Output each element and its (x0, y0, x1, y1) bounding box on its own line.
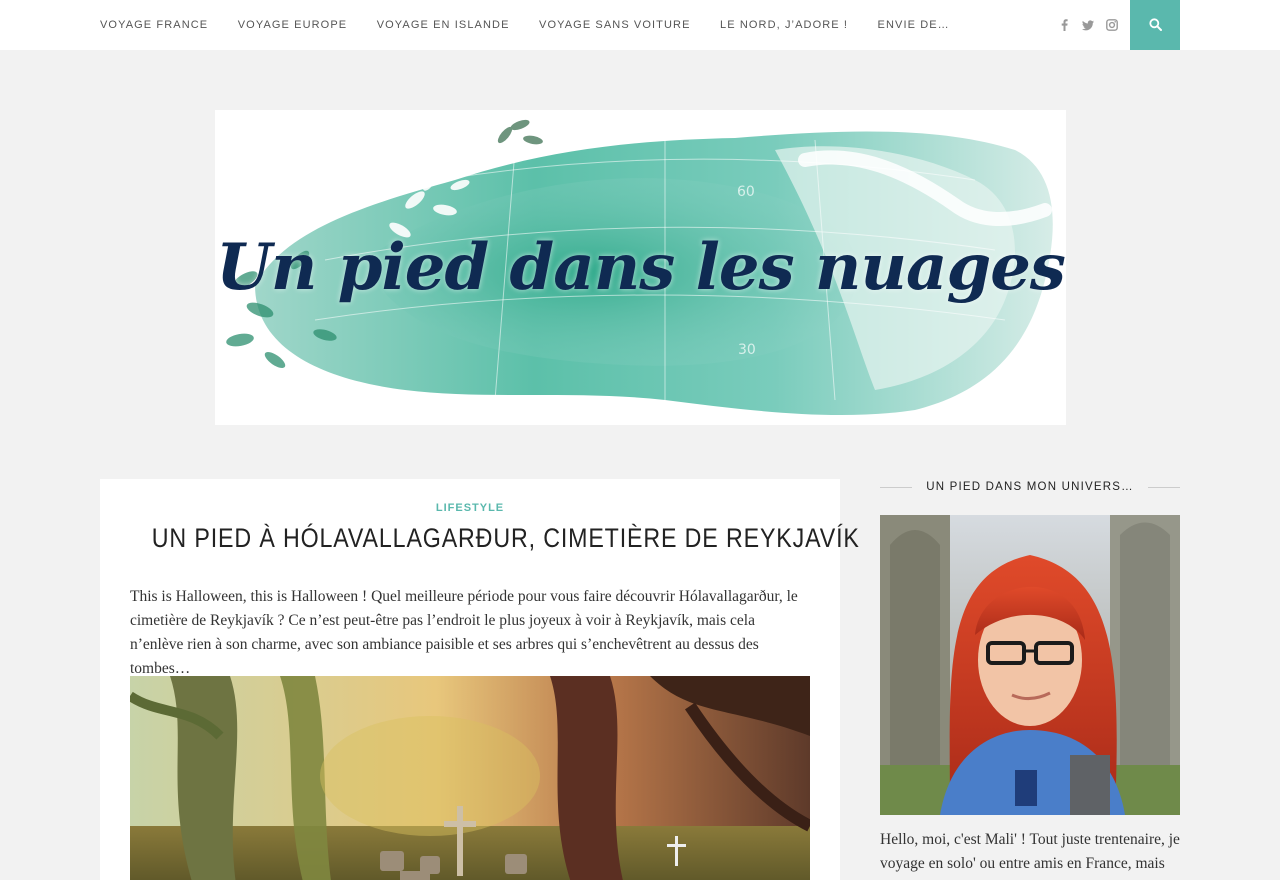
sidebar-widget-title: UN PIED DANS MON UNIVERS… (926, 481, 1134, 493)
instagram-icon[interactable] (1106, 19, 1118, 31)
menu-item-envie-de[interactable]: ENVIE DE… (878, 19, 950, 31)
svg-text:60: 60 (737, 184, 755, 200)
blog-banner[interactable]: 60 30 Un pied dans les nuages (215, 110, 1066, 425)
author-profile-photo (880, 515, 1180, 815)
post-category[interactable]: LIFESTYLE (100, 502, 840, 514)
menu-item-voyage-france[interactable]: VOYAGE FRANCE (100, 19, 208, 31)
author-bio: Hello, moi, c'est Mali' ! Tout juste tre… (880, 831, 1180, 872)
sidebar-widget-header: UN PIED DANS MON UNIVERS… (880, 477, 1181, 497)
blog-title: Un pied dans les nuages (216, 230, 1066, 305)
search-button[interactable] (1130, 0, 1180, 50)
menu-item-voyage-sans-voiture[interactable]: VOYAGE SANS VOITURE (539, 19, 691, 31)
post-excerpt: This is Halloween, this is Halloween ! Q… (130, 588, 798, 677)
cemetery-photo (130, 676, 810, 880)
menu-item-voyage-en-islande[interactable]: VOYAGE EN ISLANDE (377, 19, 510, 31)
twitter-icon[interactable] (1082, 19, 1094, 31)
post-featured-image[interactable] (130, 676, 810, 880)
social-links (1046, 0, 1118, 50)
svg-text:30: 30 (738, 342, 756, 358)
widget-title-divider-left (880, 486, 913, 488)
search-icon (1148, 16, 1162, 35)
facebook-icon[interactable] (1058, 19, 1070, 31)
main-menu: VOYAGE FRANCE VOYAGE EUROPE VOYAGE EN IS… (100, 0, 979, 50)
menu-item-le-nord[interactable]: LE NORD, J’ADORE ! (720, 19, 848, 31)
author-portrait (880, 515, 1180, 815)
widget-title-divider-right (1147, 486, 1181, 488)
post-title[interactable]: UN PIED À HÓLAVALLAGARÐUR, CIMETIÈRE DE … (152, 523, 859, 554)
menu-item-voyage-europe[interactable]: VOYAGE EUROPE (238, 19, 347, 31)
top-navigation-bar: VOYAGE FRANCE VOYAGE EUROPE VOYAGE EN IS… (0, 0, 1280, 50)
post-card: LIFESTYLE UN PIED À HÓLAVALLAGARÐUR, CIM… (100, 479, 859, 880)
